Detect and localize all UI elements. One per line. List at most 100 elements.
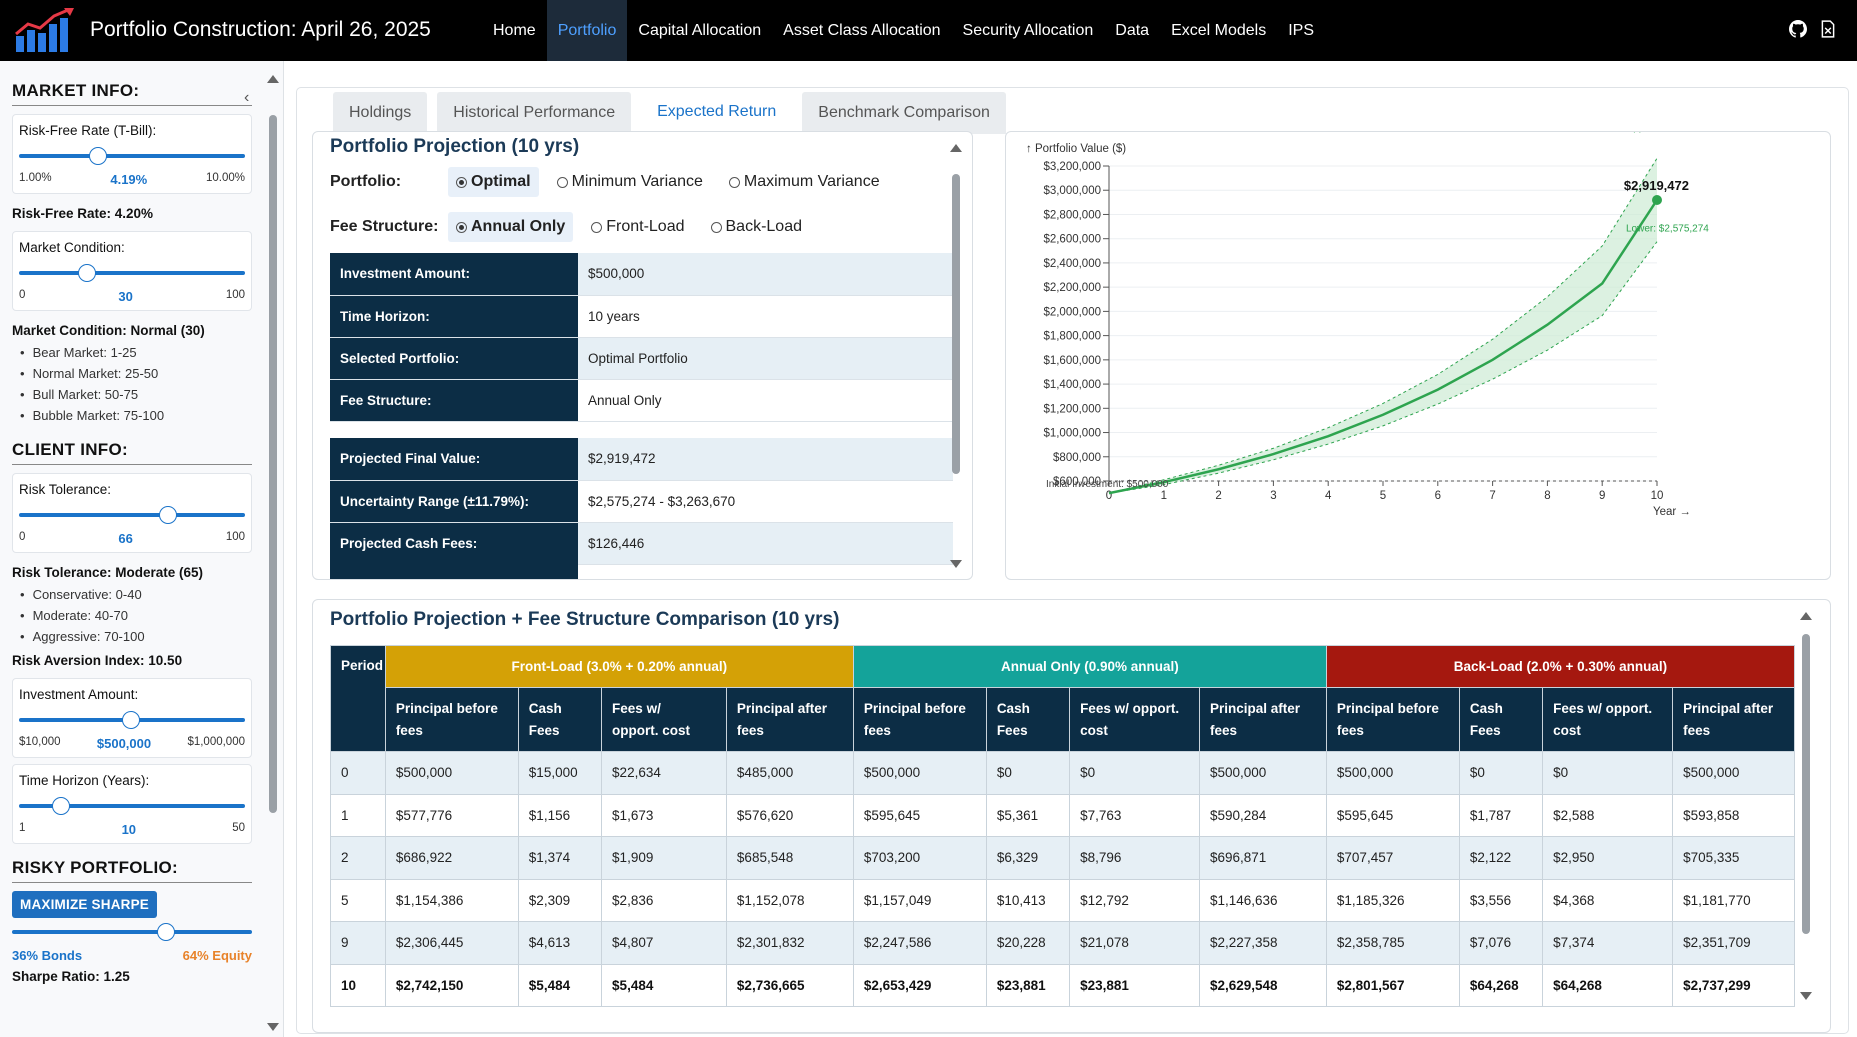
slider-handle[interactable] (159, 506, 178, 524)
github-icon[interactable] (1789, 20, 1807, 38)
table-cell: $2,247,586 (852, 921, 987, 965)
table-cell: $12,792 (1069, 878, 1200, 922)
bar-chart-growth-icon[interactable] (14, 8, 76, 54)
table-cell: $0 (1069, 751, 1200, 795)
slider-value: 30 (118, 289, 133, 304)
column-header: Principal before fees (384, 687, 519, 752)
time-horizon-slider[interactable] (19, 796, 245, 816)
slider-handle[interactable] (121, 711, 140, 729)
list-item: Conservative: 0-40 (20, 584, 252, 605)
table-row: Investment Amount: $500,000 (330, 253, 953, 296)
x-tick-label: 10 (1651, 490, 1664, 502)
slider-value: 10 (121, 822, 137, 837)
radio-minimum-variance[interactable]: Minimum Variance (549, 167, 711, 197)
nav-link-home[interactable]: Home (482, 0, 547, 61)
scroll-up-icon[interactable] (1800, 612, 1812, 620)
slider-handle[interactable] (89, 147, 108, 165)
table-cell: $64,268 (1542, 963, 1674, 1007)
row-value: 10 years (578, 295, 953, 338)
row-value: $2,919,472 (578, 438, 953, 481)
scroll-down-icon[interactable] (1800, 992, 1812, 1000)
table-cell: $500,000 (1199, 751, 1327, 795)
slider-handle[interactable] (51, 797, 70, 815)
allocation-slider[interactable] (12, 922, 252, 942)
table-cell: $3,556 (1458, 878, 1544, 922)
y-tick-label: $2,200,000 (1043, 282, 1101, 294)
y-tick-label: $1,600,000 (1043, 355, 1101, 367)
nav-link-security-allocation[interactable]: Security Allocation (952, 0, 1105, 61)
risk-tolerance-slider[interactable] (19, 505, 245, 525)
risk-tolerance-card: Risk Tolerance: 0 66 100 (12, 473, 252, 553)
time-horizon-card: Time Horizon (Years): 1 10 50 (12, 764, 252, 844)
table-cell: $7,374 (1542, 921, 1674, 965)
maximize-sharpe-button[interactable]: MAXIMIZE SHARPE (12, 891, 158, 918)
y-tick-label: $800,000 (1053, 452, 1101, 464)
nav-link-ips[interactable]: IPS (1277, 0, 1325, 61)
table-cell: $21,078 (1069, 921, 1200, 965)
table-cell: $22,634 (601, 751, 727, 795)
scroll-down-icon[interactable] (267, 1023, 279, 1031)
table-cell: $7,763 (1069, 793, 1200, 837)
x-tick-label: 2 (1215, 490, 1221, 502)
row-value: $500,000 (578, 253, 953, 296)
slider-max: $1,000,000 (187, 736, 245, 748)
projection-scrollbar[interactable] (950, 140, 962, 580)
radio-label: Optimal (471, 173, 531, 190)
slider-handle[interactable] (156, 923, 175, 941)
header-line: fees (1683, 722, 1711, 738)
header-line: Fees w/ opport. (1553, 700, 1653, 716)
row-value: $2,575,274 - $3,263,670 (578, 480, 953, 523)
nav-link-data[interactable]: Data (1104, 0, 1160, 61)
investment-amount-slider[interactable] (19, 710, 245, 730)
radio-label: Annual Only (471, 218, 566, 235)
sidebar-scrollbar[interactable] (267, 75, 279, 1031)
nav-link-portfolio[interactable]: Portfolio (546, 0, 628, 61)
nav-link-asset-class-allocation[interactable]: Asset Class Allocation (772, 0, 951, 61)
scroll-up-icon[interactable] (267, 75, 279, 83)
list-item: Normal Market: 25-50 (20, 363, 252, 384)
y-axis-label: ↑ Portfolio Value ($) (1026, 143, 1126, 155)
risky-portfolio-header: RISKY PORTFOLIO: (12, 858, 252, 883)
risk-tolerance-legend: Conservative: 0-40 Moderate: 40-70 Aggre… (20, 584, 252, 647)
radio-annual-only[interactable]: Annual Only (448, 212, 574, 242)
table-cell: $685,548 (725, 836, 854, 880)
table-cell: $2,742,150 (384, 963, 519, 1007)
table-cell: $1,673 (601, 793, 727, 837)
radio-front-load[interactable]: Front-Load (583, 212, 692, 242)
table-cell: $2,950 (1542, 836, 1674, 880)
slider-max: 100 (225, 531, 245, 543)
app-title[interactable]: Portfolio Construction: April 26, 2025 (90, 18, 431, 42)
tab-benchmark-comparison[interactable]: Benchmark Comparison (802, 92, 1006, 134)
risk-free-rate-slider[interactable] (19, 146, 245, 166)
column-header: Cash Fees (517, 687, 603, 752)
slider-handle[interactable] (77, 264, 96, 282)
table-cell: $2,737,299 (1672, 963, 1795, 1007)
excel-icon[interactable] (1819, 20, 1837, 38)
column-header: Fees w/ opport. cost (1069, 687, 1200, 752)
nav-link-capital-allocation[interactable]: Capital Allocation (627, 0, 772, 61)
scroll-up-icon[interactable] (950, 144, 962, 152)
tab-expected-return[interactable]: Expected Return (641, 92, 793, 134)
radio-maximum-variance[interactable]: Maximum Variance (721, 167, 888, 197)
table-cell: $2,227,358 (1199, 921, 1327, 965)
period-header: Period (330, 645, 386, 752)
table-cell: $500,000 (852, 751, 987, 795)
market-condition-label: Market Condition: (19, 240, 125, 255)
header-line: Principal after (1210, 700, 1301, 716)
radio-optimal[interactable]: Optimal (448, 167, 539, 197)
scroll-down-icon[interactable] (950, 560, 962, 568)
column-header: Fees w/opport. cost (601, 687, 727, 752)
tab-historical-performance[interactable]: Historical Performance (437, 92, 632, 134)
radio-back-load[interactable]: Back-Load (703, 212, 811, 242)
projection-line (1108, 199, 1659, 495)
tab-holdings[interactable]: Holdings (333, 92, 428, 134)
header-line: Cash (996, 700, 1030, 716)
market-info-header: MARKET INFO: (12, 81, 252, 106)
nav-link-excel-models[interactable]: Excel Models (1160, 0, 1277, 61)
market-condition-slider[interactable] (19, 263, 245, 283)
top-navbar: Portfolio Construction: April 26, 2025 H… (0, 0, 1857, 61)
slider-min: 1.00% (19, 172, 52, 184)
projection-chart-panel: ↑ Portfolio Value ($) $600,000 $800,000 $1,… (1005, 131, 1831, 580)
table-cell: $5,361 (985, 793, 1071, 837)
fee-table-scrollbar[interactable] (1800, 610, 1812, 1010)
